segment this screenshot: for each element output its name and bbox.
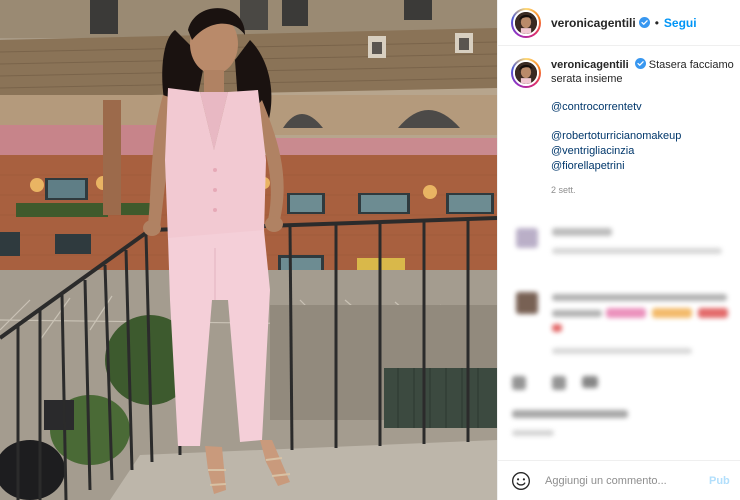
blurred-text [552,228,612,236]
blurred-icon [512,376,526,390]
comment-input[interactable] [545,474,695,487]
blurred-comments [508,218,738,443]
blurred-text [552,310,602,317]
mention-link[interactable]: @controcorrentetv [551,100,736,115]
avatar[interactable] [511,7,541,38]
publish-button[interactable]: Pub [709,475,730,487]
blurred-icon [582,376,598,388]
post-photo[interactable] [0,0,497,500]
caption-avatar[interactable] [511,58,541,88]
caption-avatar-image [515,62,537,84]
caption-username[interactable]: veronicagentili [551,59,629,71]
blurred-avatar [516,228,538,248]
blurred-emoji [652,308,692,318]
mention-link[interactable]: @fiorellapetrini [551,159,736,174]
comment-bar: Pub [498,460,740,500]
blurred-avatar [516,292,538,314]
caption-verified-badge-icon [634,58,646,69]
emoji-smiley-icon[interactable] [511,471,531,491]
blurred-text [552,294,727,301]
separator-dot: • [654,15,659,30]
blurred-emoji [552,324,562,332]
mention-link[interactable]: @robertoturricianomakeup [551,129,736,144]
avatar-image [515,11,537,34]
blurred-text [512,430,554,436]
post-header: veronicagentili • Segui [498,0,740,46]
mention-link[interactable]: @ventrigliacinzia [551,144,736,159]
photo-scene [0,0,497,500]
blurred-emoji [606,308,646,318]
caption-first-line: veronicagentili Stasera facciamo serata … [551,58,736,86]
caption-body: veronicagentili Stasera facciamo serata … [551,58,736,197]
header-username[interactable]: veronicagentili [551,16,636,30]
caption-mentions-group: @robertoturricianomakeup @ventrigliacinz… [551,129,736,174]
post-timestamp[interactable]: 2 sett. [551,183,736,197]
follow-button[interactable]: Segui [664,16,697,30]
post-side-panel: veronicagentili • Segui veronicagentili [497,0,740,500]
verified-badge-icon [638,17,650,28]
blurred-emoji [698,308,728,318]
blurred-text [512,410,628,418]
blurred-text [552,248,722,254]
caption-mentions: @controcorrentetv [551,100,736,115]
blurred-icon [552,376,566,390]
post-caption: veronicagentili Stasera facciamo serata … [511,58,736,197]
blurred-text [552,348,692,354]
